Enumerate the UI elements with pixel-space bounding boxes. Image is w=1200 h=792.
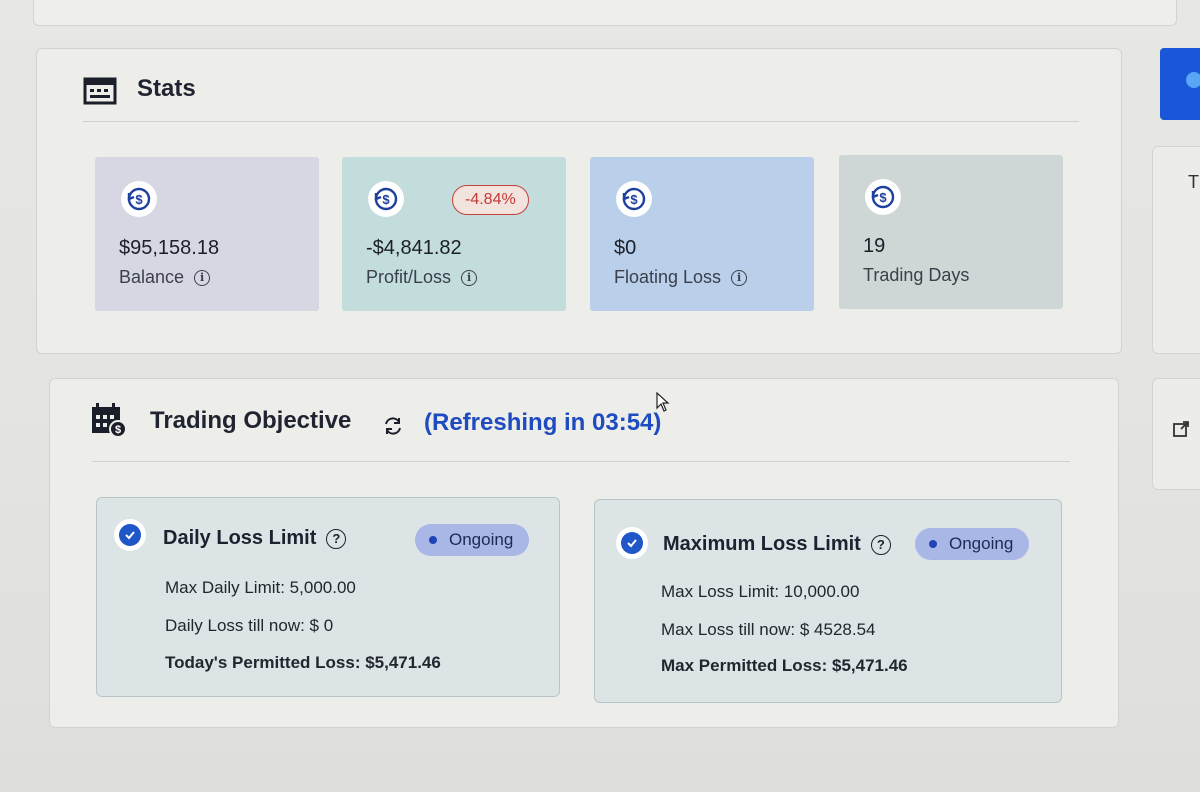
info-icon[interactable]: i xyxy=(461,269,478,286)
top-card-remnant xyxy=(33,0,1177,26)
status-text: Ongoing xyxy=(949,534,1014,553)
balance-value: $95,158.18 xyxy=(119,237,220,259)
svg-text:$: $ xyxy=(630,192,638,207)
calendar-dollar-icon: $ xyxy=(92,403,127,438)
stat-card-profit-loss: $ -4.84% -$4,841.82 Profit/Loss i xyxy=(342,157,566,311)
refresh-countdown: (Refreshing in 03:54) xyxy=(424,409,662,436)
daily-loss-till-now: Daily Loss till now: $ 0 xyxy=(165,616,334,635)
trading-days-value: 19 xyxy=(863,235,886,257)
refresh-icon[interactable] xyxy=(382,415,404,437)
dollar-refresh-icon: $ xyxy=(865,179,901,215)
floating-loss-label-text: Floating Loss xyxy=(614,267,722,287)
svg-text:$: $ xyxy=(879,190,887,205)
info-icon[interactable]: i xyxy=(731,269,748,286)
stats-title: Stats xyxy=(137,75,196,102)
status-dot xyxy=(929,540,937,548)
trading-objective-panel: $ Trading Objective (Refreshing in 03:54… xyxy=(49,378,1119,728)
dollar-refresh-icon: $ xyxy=(616,181,652,217)
max-loss-till-now: Max Loss till now: $ 4528.54 xyxy=(661,620,876,639)
trading-days-label-text: Trading Days xyxy=(863,265,970,285)
trading-objective-title: Trading Objective xyxy=(150,407,352,434)
floating-loss-label: Floating Loss i xyxy=(614,267,748,288)
max-daily-limit: Max Daily Limit: 5,000.00 xyxy=(165,578,356,597)
floating-loss-value: $0 xyxy=(614,237,637,259)
daily-loss-limit-title: Daily Loss Limit ? xyxy=(163,527,347,550)
info-icon[interactable]: i xyxy=(194,269,211,286)
status-text: Ongoing xyxy=(449,530,514,549)
balance-label-text: Balance xyxy=(119,267,185,287)
objective-card-maximum-loss: Maximum Loss Limit ? Ongoing Max Loss Li… xyxy=(594,499,1062,703)
max-loss-limit: Max Loss Limit: 10,000.00 xyxy=(661,582,860,601)
help-icon[interactable]: ? xyxy=(326,528,347,549)
stat-card-trading-days: $ 19 Trading Days xyxy=(839,155,1063,309)
profit-loss-value: -$4,841.82 xyxy=(366,237,462,259)
mouse-cursor-icon xyxy=(656,392,670,412)
objective-card-daily-loss: Daily Loss Limit ? Ongoing Max Daily Lim… xyxy=(96,497,560,697)
maximum-loss-limit-name: Maximum Loss Limit xyxy=(663,533,861,555)
balance-label: Balance i xyxy=(119,267,211,288)
stats-icon xyxy=(83,77,117,105)
svg-text:$: $ xyxy=(382,192,390,207)
profit-loss-label: Profit/Loss i xyxy=(366,267,478,288)
side-card-label: T xyxy=(1188,172,1199,192)
status-badge: Ongoing xyxy=(915,528,1030,560)
todays-permitted-loss: Today's Permitted Loss: $5,471.46 xyxy=(165,653,441,672)
chat-icon xyxy=(1186,72,1200,88)
daily-loss-limit-name: Daily Loss Limit xyxy=(163,527,317,549)
check-circle-icon xyxy=(621,532,643,554)
maximum-loss-limit-title: Maximum Loss Limit ? xyxy=(663,533,891,556)
max-permitted-loss: Max Permitted Loss: $5,471.46 xyxy=(661,656,908,675)
help-icon[interactable]: ? xyxy=(870,534,891,555)
status-badge: Ongoing xyxy=(415,524,530,556)
share-icon[interactable] xyxy=(1172,420,1190,438)
trading-days-label: Trading Days xyxy=(863,265,969,286)
dollar-refresh-icon: $ xyxy=(368,181,404,217)
profit-loss-percent-badge: -4.84% xyxy=(452,185,529,215)
stats-divider xyxy=(83,121,1079,122)
svg-text:$: $ xyxy=(135,192,143,207)
check-circle-icon xyxy=(119,524,141,546)
status-dot xyxy=(429,536,437,544)
stat-card-floating-loss: $ $0 Floating Loss i xyxy=(590,157,814,311)
dollar-refresh-icon: $ xyxy=(121,181,157,217)
stat-card-balance: $ $95,158.18 Balance i xyxy=(95,157,319,311)
svg-text:$: $ xyxy=(115,424,121,436)
objective-divider xyxy=(92,461,1070,462)
profit-loss-label-text: Profit/Loss xyxy=(366,267,452,287)
stats-panel: Stats $ $95,158.18 Balance i $ -4.84% -$… xyxy=(36,48,1122,354)
chat-button[interactable] xyxy=(1160,48,1200,120)
